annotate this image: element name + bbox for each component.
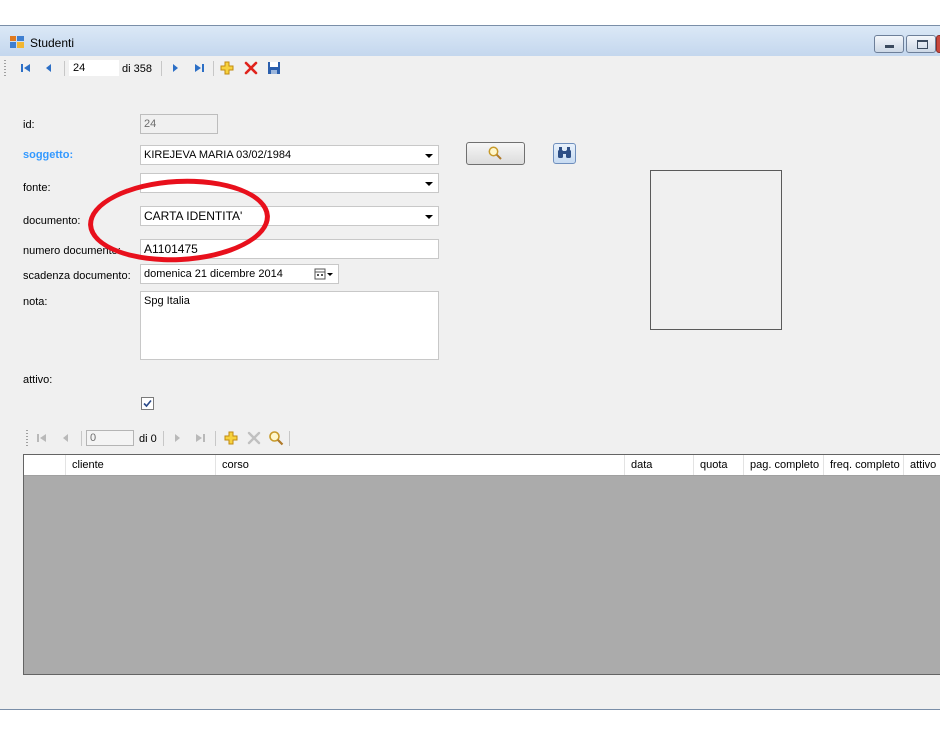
- toolbar-separator: [289, 431, 290, 446]
- row-header-cell[interactable]: [24, 455, 65, 475]
- add-new-icon[interactable]: [223, 430, 239, 446]
- minimize-icon: [885, 45, 894, 48]
- column-header-cliente[interactable]: cliente: [65, 455, 215, 475]
- maximize-button[interactable]: [906, 35, 936, 53]
- checkmark-icon: [143, 399, 152, 408]
- dropdown-arrow-icon[interactable]: [425, 182, 433, 186]
- toolbar-separator: [161, 61, 162, 76]
- id-field[interactable]: 24: [140, 114, 218, 134]
- minimize-button[interactable]: [874, 35, 904, 53]
- documento-label: documento:: [23, 215, 81, 227]
- record-position-input[interactable]: 0: [86, 430, 134, 446]
- magnifier-icon[interactable]: [268, 430, 284, 446]
- move-first-icon[interactable]: [18, 60, 34, 76]
- move-next-icon[interactable]: [167, 60, 183, 76]
- close-window-button[interactable]: [936, 35, 940, 53]
- delete-icon[interactable]: [246, 430, 262, 446]
- column-header-pag-completo[interactable]: pag. completo: [743, 455, 823, 475]
- scadenza-value: domenica 21 dicembre 2014: [144, 268, 283, 280]
- column-header-quota[interactable]: quota: [693, 455, 743, 475]
- attivo-label: attivo:: [23, 374, 53, 386]
- maximize-icon: [917, 40, 928, 49]
- move-first-icon[interactable]: [34, 430, 50, 446]
- toolbar-separator: [215, 431, 216, 446]
- scadenza-datepicker[interactable]: domenica 21 dicembre 2014: [140, 264, 339, 284]
- move-last-icon[interactable]: [191, 60, 207, 76]
- grid-header: cliente corso data quota pag. completo f…: [24, 455, 940, 476]
- calendar-dropdown-icon[interactable]: [314, 268, 334, 280]
- toolbar-grip[interactable]: [4, 60, 6, 76]
- binding-navigator: 24 di 358: [0, 56, 940, 81]
- dropdown-arrow-icon[interactable]: [425, 215, 433, 219]
- nota-label: nota:: [23, 296, 48, 308]
- soggetto-combobox[interactable]: KIREJEVA MARIA 03/02/1984: [140, 145, 439, 165]
- record-position-input[interactable]: 24: [69, 60, 119, 76]
- save-icon[interactable]: [266, 60, 282, 76]
- move-next-icon[interactable]: [169, 430, 185, 446]
- scadenza-documento-label: scadenza documento:: [23, 270, 131, 282]
- column-header-freq-completo[interactable]: freq. completo: [823, 455, 903, 475]
- toolbar-separator: [64, 61, 65, 76]
- toolbar-separator: [81, 431, 82, 446]
- window-title: Studenti: [30, 36, 75, 50]
- title-bar[interactable]: Studenti: [0, 26, 940, 56]
- toolbar-separator: [213, 61, 214, 76]
- search-soggetto-button[interactable]: [466, 142, 525, 165]
- column-header-data[interactable]: data: [624, 455, 693, 475]
- binoculars-icon: [558, 147, 571, 158]
- find-button[interactable]: [553, 143, 576, 164]
- app-icon: [10, 36, 24, 48]
- move-last-icon[interactable]: [192, 430, 208, 446]
- courses-datagrid[interactable]: cliente corso data quota pag. completo f…: [23, 454, 940, 675]
- column-header-corso[interactable]: corso: [215, 455, 624, 475]
- dropdown-arrow-icon[interactable]: [425, 154, 433, 158]
- soggetto-value: KIREJEVA MARIA 03/02/1984: [144, 149, 292, 161]
- toolbar-separator: [163, 431, 164, 446]
- id-label: id:: [23, 119, 35, 131]
- record-count-label: di 358: [122, 63, 152, 75]
- move-previous-icon[interactable]: [58, 430, 74, 446]
- move-previous-icon[interactable]: [41, 60, 57, 76]
- column-header-attivo[interactable]: attivo: [903, 455, 940, 475]
- subgrid-navigator: 0 di 0: [0, 426, 940, 451]
- record-count-label: di 0: [139, 433, 157, 445]
- nota-textarea[interactable]: Spg Italia: [140, 291, 439, 360]
- studenti-window: Studenti 24 di 358 id: 24 soggetto: KIRE…: [0, 25, 940, 710]
- fonte-label: fonte:: [23, 182, 51, 194]
- delete-icon[interactable]: [243, 60, 259, 76]
- toolbar-grip[interactable]: [26, 430, 28, 446]
- add-new-icon[interactable]: [219, 60, 235, 76]
- soggetto-label: soggetto:: [23, 149, 74, 161]
- attivo-checkbox[interactable]: [141, 397, 154, 410]
- magnifier-icon: [488, 146, 502, 160]
- photo-box[interactable]: [650, 170, 782, 330]
